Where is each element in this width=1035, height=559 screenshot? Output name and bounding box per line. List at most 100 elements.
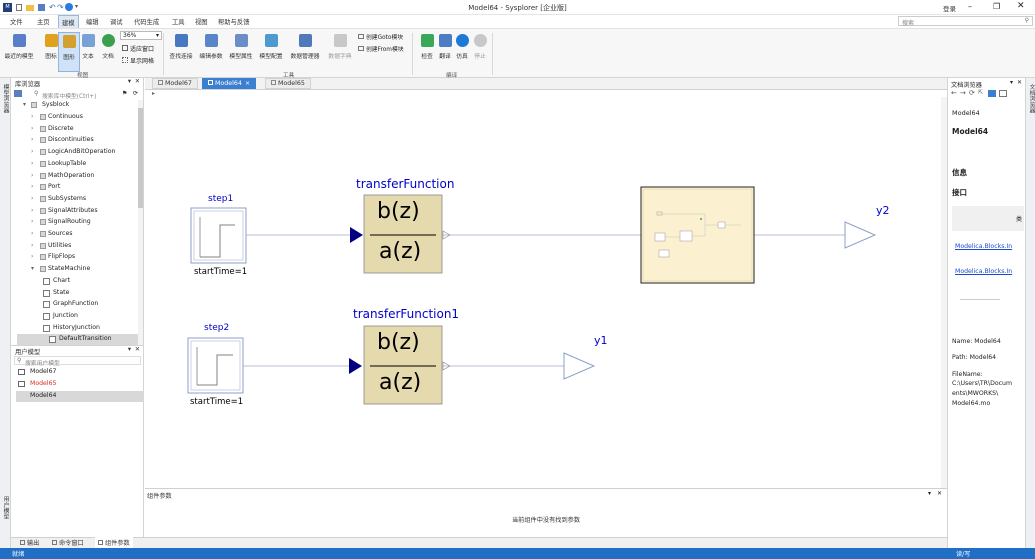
user-models-search-input[interactable]: 搜索用户模型 — [25, 358, 60, 367]
data-manager-button[interactable]: 数据管理器 — [288, 32, 322, 72]
recent-models-button[interactable]: 最近的模型 — [2, 32, 36, 72]
tab-model65[interactable]: Model65 — [265, 78, 311, 89]
tree-item-6[interactable]: › Port — [11, 182, 138, 193]
menu-tools[interactable]: 工具 — [172, 17, 185, 26]
tree-root-sysblock[interactable]: ▾ Sysblock — [11, 100, 138, 111]
user-model-item[interactable]: Model65 — [11, 379, 144, 390]
forward-icon[interactable]: → — [960, 89, 966, 97]
output-y1-block[interactable] — [563, 352, 596, 380]
output-y2-block[interactable] — [844, 221, 877, 249]
tree-subitem-5[interactable]: DefaultTransition — [17, 334, 138, 346]
text-view-button[interactable]: 文本 — [77, 32, 99, 72]
menu-debug[interactable]: 调试 — [110, 17, 123, 26]
tree-item-3[interactable]: › LogicAndBitOperation — [11, 147, 138, 158]
pin-icon[interactable]: ▾ — [128, 78, 131, 85]
pin-icon[interactable]: ▾ — [128, 346, 131, 353]
library-search[interactable]: ⚲ 搜索库中模型(Ctrl+) ⚑ ⟳ — [14, 90, 141, 100]
list-view-icon[interactable] — [14, 90, 22, 97]
tree-item-5[interactable]: › MathOperation — [11, 171, 138, 182]
vtab-model-browser[interactable]: 模型浏览器 — [1, 84, 10, 113]
chevron-right-icon[interactable]: › — [31, 136, 33, 143]
tree-item-11[interactable]: › Utilities — [11, 241, 138, 252]
menu-codegen[interactable]: 代码生成 — [134, 17, 159, 26]
vtab-doc-browser[interactable]: 文档浏览器 — [1027, 84, 1035, 113]
model-config-button[interactable]: 模型配置 — [258, 32, 284, 72]
close-icon[interactable]: ✕ — [135, 346, 140, 353]
show-grid-button[interactable]: 显示网格 — [122, 56, 154, 65]
doc-view-icon[interactable] — [988, 90, 996, 97]
pin-icon[interactable]: ▾ — [928, 490, 931, 497]
doc-link[interactable]: Modelica.Blocks.In — [955, 243, 1025, 250]
chevron-right-icon[interactable]: › — [31, 172, 33, 179]
fit-window-button[interactable]: 适应窗口 — [122, 44, 154, 53]
menu-file[interactable]: 文件 — [10, 17, 23, 26]
close-tab-icon[interactable]: × — [245, 80, 250, 87]
close-icon[interactable]: ✕ — [135, 78, 140, 85]
close-button[interactable]: ✕ — [1017, 1, 1025, 11]
tree-item-0[interactable]: › Continuous — [11, 112, 138, 123]
close-icon[interactable]: ✕ — [1017, 79, 1022, 86]
back-icon[interactable]: ← — [951, 89, 957, 97]
chevron-right-icon[interactable]: › — [31, 207, 33, 214]
user-models-search[interactable]: ⚲ 搜索用户模型 — [14, 356, 141, 367]
tab-model64[interactable]: Model64 × — [202, 78, 257, 89]
find-connection-button[interactable]: 查找连接 — [168, 32, 194, 72]
create-from-button[interactable]: 创建From模块 — [358, 44, 404, 53]
tree-subitem-4[interactable]: HistoryJunction — [11, 323, 138, 334]
refresh-icon[interactable]: ⟳ — [133, 90, 138, 97]
diagram-canvas[interactable]: step1 startTime=1 step2 startTime=1 tran… — [145, 97, 947, 488]
tree-item-9[interactable]: › SignalRouting — [11, 217, 138, 228]
tree-subitem-1[interactable]: State — [11, 288, 138, 299]
pin-icon[interactable]: ▾ — [1010, 79, 1013, 86]
tree-subitem-3[interactable]: Junction — [11, 311, 138, 322]
model-props-button[interactable]: 模型属性 — [228, 32, 254, 72]
chevron-right-icon[interactable]: › — [31, 183, 33, 190]
chevron-right-icon[interactable]: › — [31, 160, 33, 167]
chevron-right-icon[interactable]: › — [31, 148, 33, 155]
user-model-item[interactable]: Model67 — [11, 367, 144, 378]
step2-block[interactable] — [187, 337, 244, 394]
tab-output[interactable]: 输出 — [17, 537, 42, 548]
chevron-right-icon[interactable]: › — [31, 125, 33, 132]
menu-view[interactable]: 视图 — [195, 17, 208, 26]
search-input[interactable]: 搜索 — [902, 18, 914, 27]
tree-item-1[interactable]: › Discrete — [11, 124, 138, 135]
tab-component-params[interactable]: 组件参数 — [95, 537, 133, 548]
refresh-icon[interactable]: ⟳ — [969, 89, 975, 97]
chevron-down-icon[interactable]: ▾ — [23, 101, 26, 108]
tree-item-2[interactable]: › Discontinuities — [11, 135, 138, 146]
chevron-right-icon[interactable]: › — [31, 253, 33, 260]
chevron-right-icon[interactable]: › — [31, 218, 33, 225]
tree-item-8[interactable]: › SignalAttributes — [11, 206, 138, 217]
menu-home[interactable]: 主页 — [37, 17, 50, 26]
zoom-select[interactable]: 36% ▾ — [120, 31, 162, 40]
tree-item-12[interactable]: › FlipFlops — [11, 252, 138, 263]
login-link[interactable]: 登录 — [943, 3, 956, 13]
tab-model67[interactable]: Model67 — [152, 78, 198, 89]
tree-item-13[interactable]: ▾ StateMachine — [11, 264, 138, 275]
scrollbar-thumb[interactable] — [138, 108, 143, 208]
search-box[interactable]: 搜索 ⚲ — [898, 16, 1033, 27]
chevron-right-icon[interactable]: › — [31, 242, 33, 249]
create-goto-button[interactable]: 创建Goto模块 — [358, 32, 403, 41]
doc-view-button[interactable]: 文档 — [97, 32, 119, 72]
library-scrollbar[interactable] — [138, 100, 143, 345]
user-model-item[interactable]: Model64 — [16, 391, 144, 402]
chevron-right-icon[interactable]: › — [31, 195, 33, 202]
edit-params-button[interactable]: 编辑参数 — [198, 32, 224, 72]
source-view-icon[interactable] — [999, 90, 1007, 97]
tree-item-10[interactable]: › Sources — [11, 229, 138, 240]
tree-item-4[interactable]: › LookupTable — [11, 159, 138, 170]
menu-modeling[interactable]: 建模 — [58, 15, 79, 29]
maximize-button[interactable]: ❐ — [993, 2, 1000, 11]
step1-block[interactable] — [190, 207, 247, 264]
subsystem-block[interactable] — [640, 186, 755, 284]
menu-help[interactable]: 帮助与反馈 — [218, 17, 249, 26]
stop-button[interactable]: 停止 — [469, 32, 491, 72]
library-search-input[interactable]: 搜索库中模型(Ctrl+) — [42, 91, 96, 100]
chevron-right-icon[interactable]: › — [31, 230, 33, 237]
tree-item-7[interactable]: › SubSystems — [11, 194, 138, 205]
chevron-right-icon[interactable]: › — [31, 113, 33, 120]
external-link-icon[interactable]: ⇱ — [978, 89, 983, 96]
tab-command-window[interactable]: 命令窗口 — [49, 537, 87, 548]
